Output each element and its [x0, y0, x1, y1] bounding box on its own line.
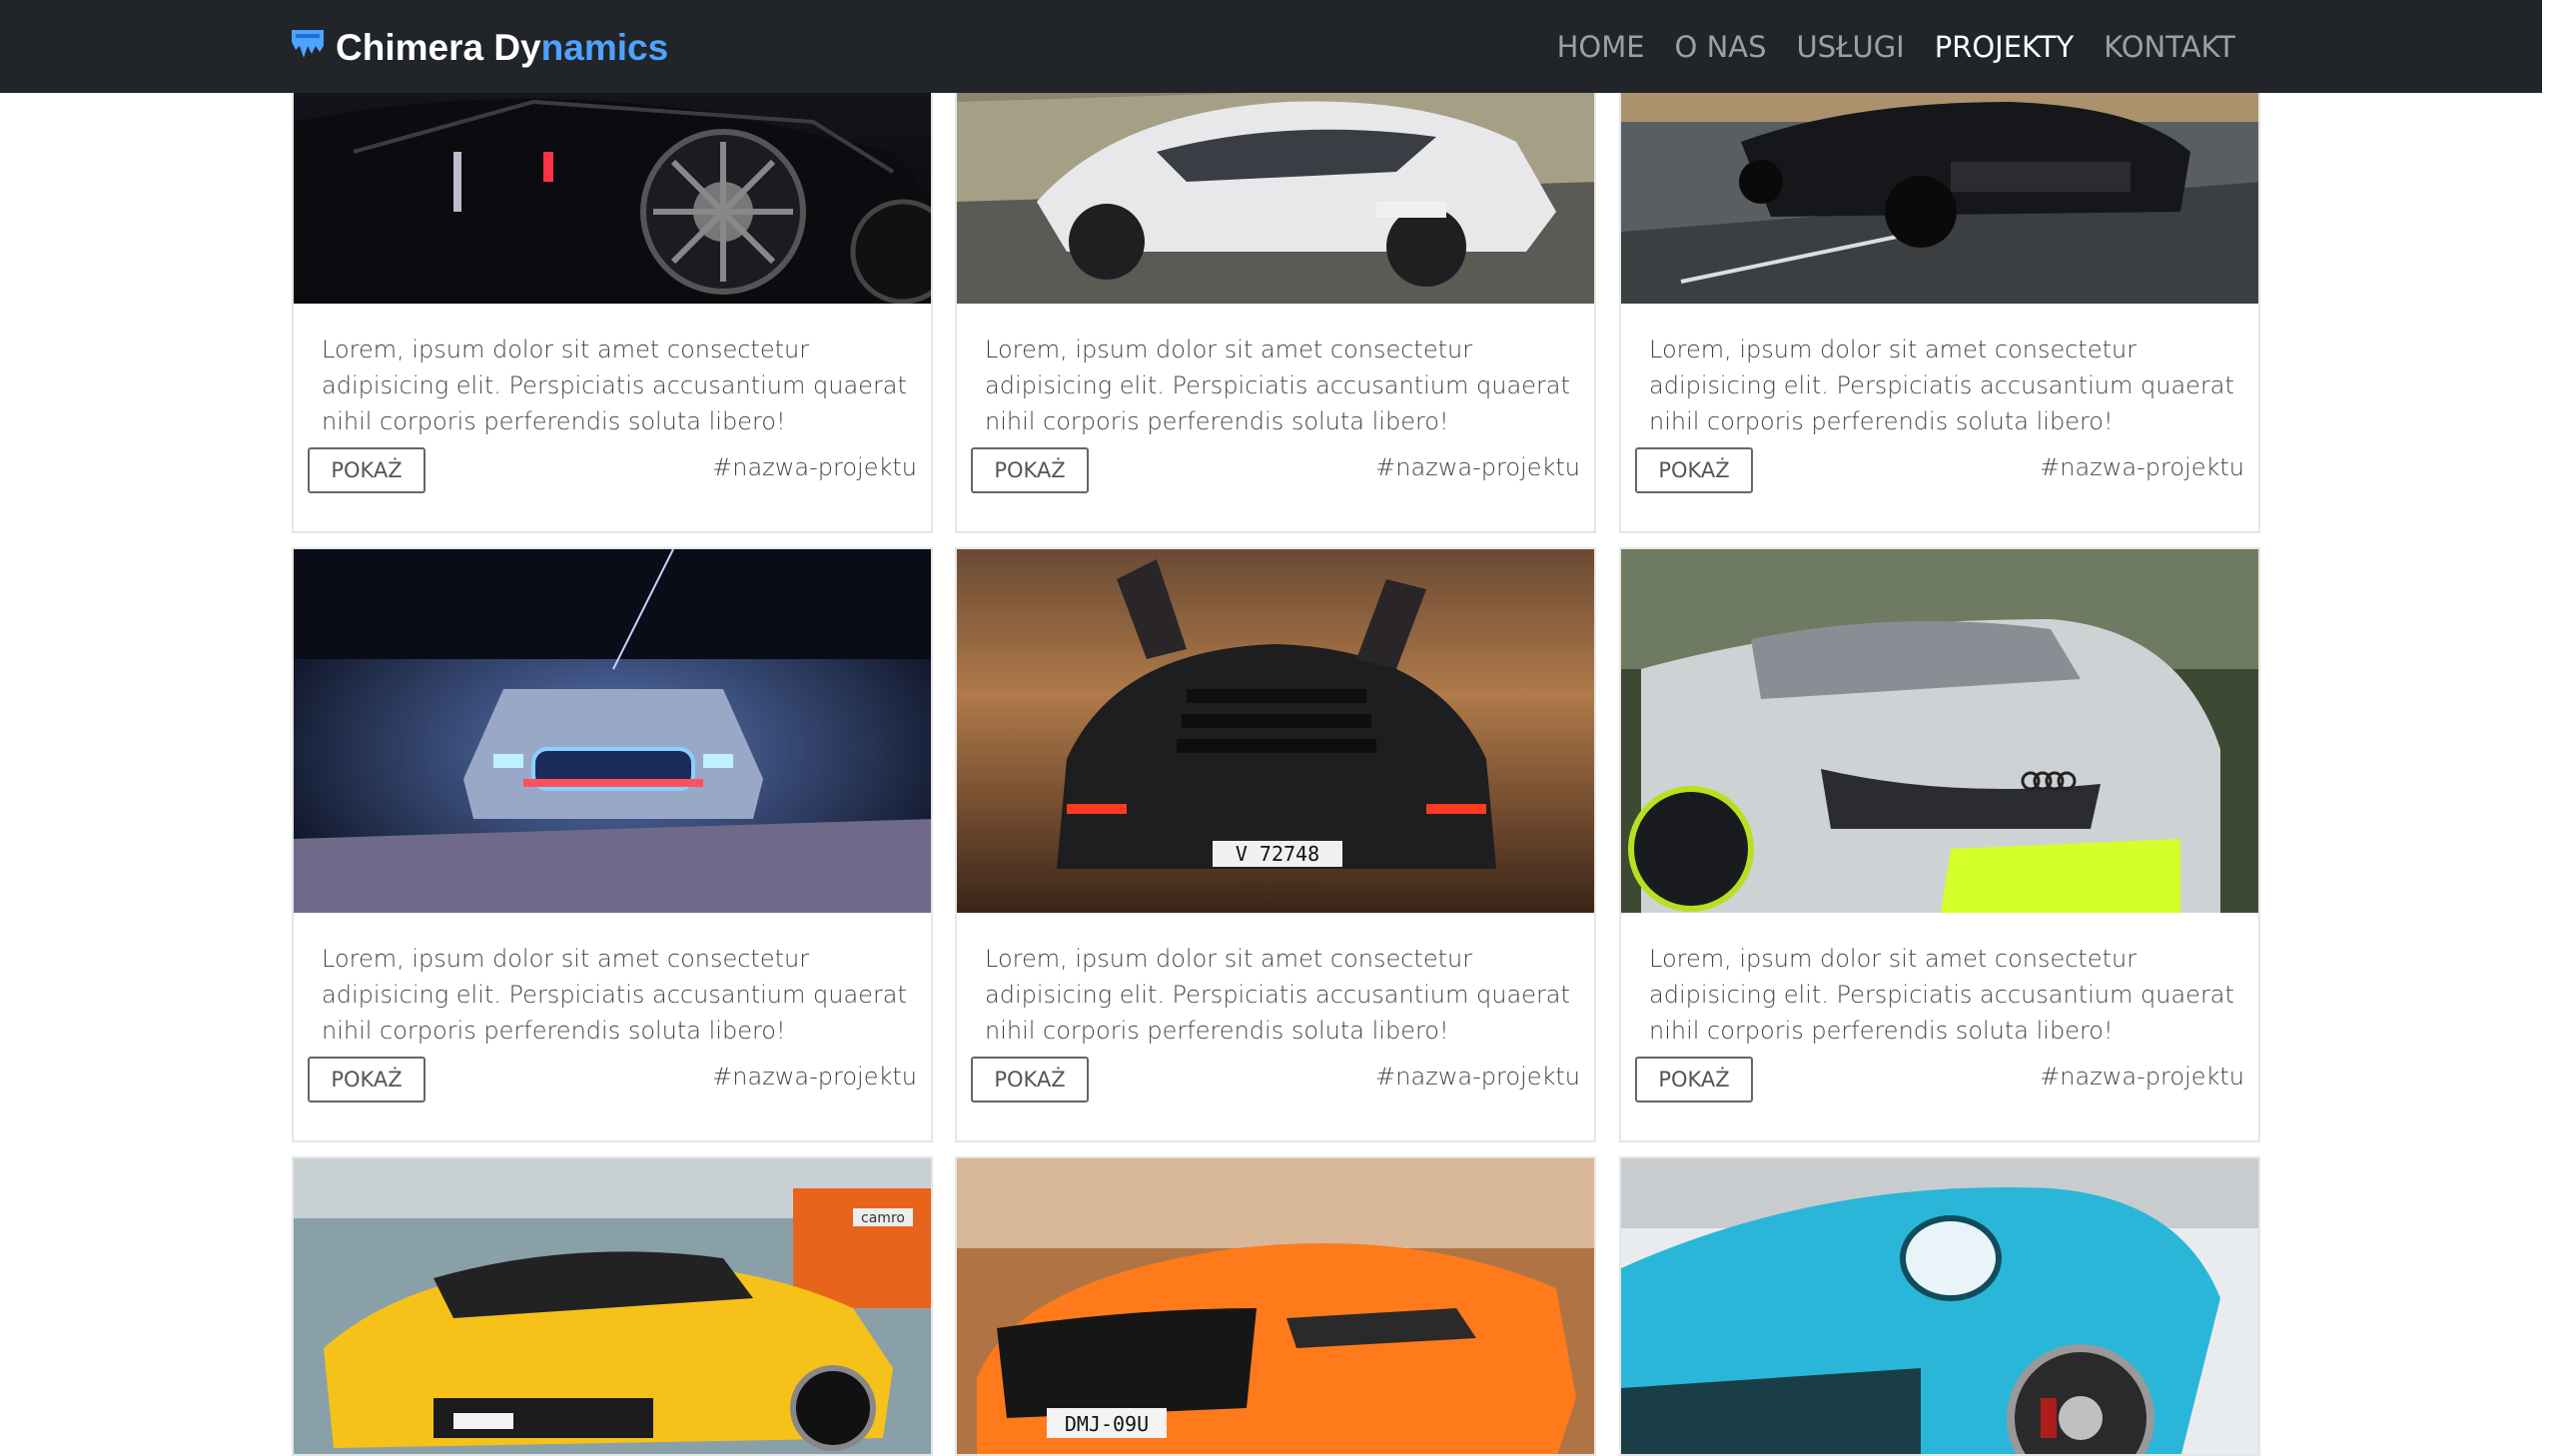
project-card: camro — [292, 1156, 933, 1456]
nav-item-about[interactable]: O NAS — [1675, 26, 1767, 68]
card-description: Lorem, ipsum dolor sit amet consectetur … — [1649, 336, 2234, 435]
card-body: Lorem, ipsum dolor sit amet consectetur … — [1621, 304, 2258, 531]
brand-name-part1: Chimera Dy — [336, 27, 541, 68]
car-blue-lit-mustang-photo — [294, 549, 931, 913]
nav-item-projects[interactable]: PROJEKTY — [1935, 26, 2075, 68]
project-card: DMJ-09U — [955, 1156, 1596, 1456]
card-body: Lorem, ipsum dolor sit amet consectetur … — [1621, 913, 2258, 1140]
main-nav: HOME O NAS USŁUGI PROJEKTY KONTAKT — [1527, 26, 2235, 68]
project-card: Lorem, ipsum dolor sit amet consectetur … — [1619, 547, 2260, 1142]
project-tag: #nazwa-projektu — [2040, 1063, 2244, 1091]
card-body: Lorem, ipsum dolor sit amet consectetur … — [957, 304, 1594, 531]
brand-name: Chimera Dynamics — [336, 26, 668, 70]
car-orange-mustang-photo: DMJ-09U — [957, 1158, 1594, 1454]
show-button[interactable]: POKAŻ — [1635, 1057, 1753, 1102]
project-tag: #nazwa-projektu — [712, 453, 917, 481]
car-lamborghini-rear-photo: V 72748 — [957, 549, 1594, 913]
show-button[interactable]: POKAŻ — [971, 1057, 1089, 1102]
car-teal-porsche-photo — [1621, 1158, 2258, 1454]
brand-name-part2: namics — [540, 27, 669, 68]
project-tag: #nazwa-projektu — [712, 1063, 917, 1091]
show-button[interactable]: POKAŻ — [308, 1057, 426, 1102]
card-body: Lorem, ipsum dolor sit amet consectetur … — [957, 913, 1594, 1140]
card-description: Lorem, ipsum dolor sit amet consectetur … — [1649, 945, 2234, 1045]
project-grid: Lorem, ipsum dolor sit amet consectetur … — [0, 0, 2557, 1456]
card-body: Lorem, ipsum dolor sit amet consectetur … — [294, 304, 931, 531]
card-body: Lorem, ipsum dolor sit amet consectetur … — [294, 913, 931, 1140]
nav-item-contact[interactable]: KONTAKT — [2104, 26, 2235, 68]
card-description: Lorem, ipsum dolor sit amet consectetur … — [322, 945, 907, 1045]
project-card: V 72748 Lorem, ipsum dolor sit amet cons… — [955, 547, 1596, 1142]
show-button[interactable]: POKAŻ — [1635, 447, 1753, 493]
project-card — [1619, 1156, 2260, 1456]
card-description: Lorem, ipsum dolor sit amet consectetur … — [985, 945, 1570, 1045]
brand[interactable]: Chimera Dynamics — [290, 26, 668, 70]
project-card: Lorem, ipsum dolor sit amet consectetur … — [292, 547, 933, 1142]
project-tag: #nazwa-projektu — [1375, 453, 1580, 481]
nav-item-services[interactable]: USŁUGI — [1797, 26, 1905, 68]
card-description: Lorem, ipsum dolor sit amet consectetur … — [322, 336, 907, 435]
car-white-audi-r8-photo — [1621, 549, 2258, 913]
brand-logo-icon — [292, 30, 324, 58]
car-yellow-camaro-photo: camro — [294, 1158, 931, 1454]
license-plate-text: DMJ-09U — [1065, 1412, 1149, 1436]
project-tag: #nazwa-projektu — [1375, 1063, 1580, 1091]
show-button[interactable]: POKAŻ — [308, 447, 426, 493]
project-tag: #nazwa-projektu — [2040, 453, 2244, 481]
show-button[interactable]: POKAŻ — [971, 447, 1089, 493]
license-plate-text: V 72748 — [1236, 842, 1319, 866]
shop-sign-text: camro — [861, 1210, 905, 1226]
navbar: Chimera Dynamics HOME O NAS USŁUGI PROJE… — [0, 0, 2542, 93]
nav-item-home[interactable]: HOME — [1557, 26, 1645, 68]
card-description: Lorem, ipsum dolor sit amet consectetur … — [985, 336, 1570, 435]
